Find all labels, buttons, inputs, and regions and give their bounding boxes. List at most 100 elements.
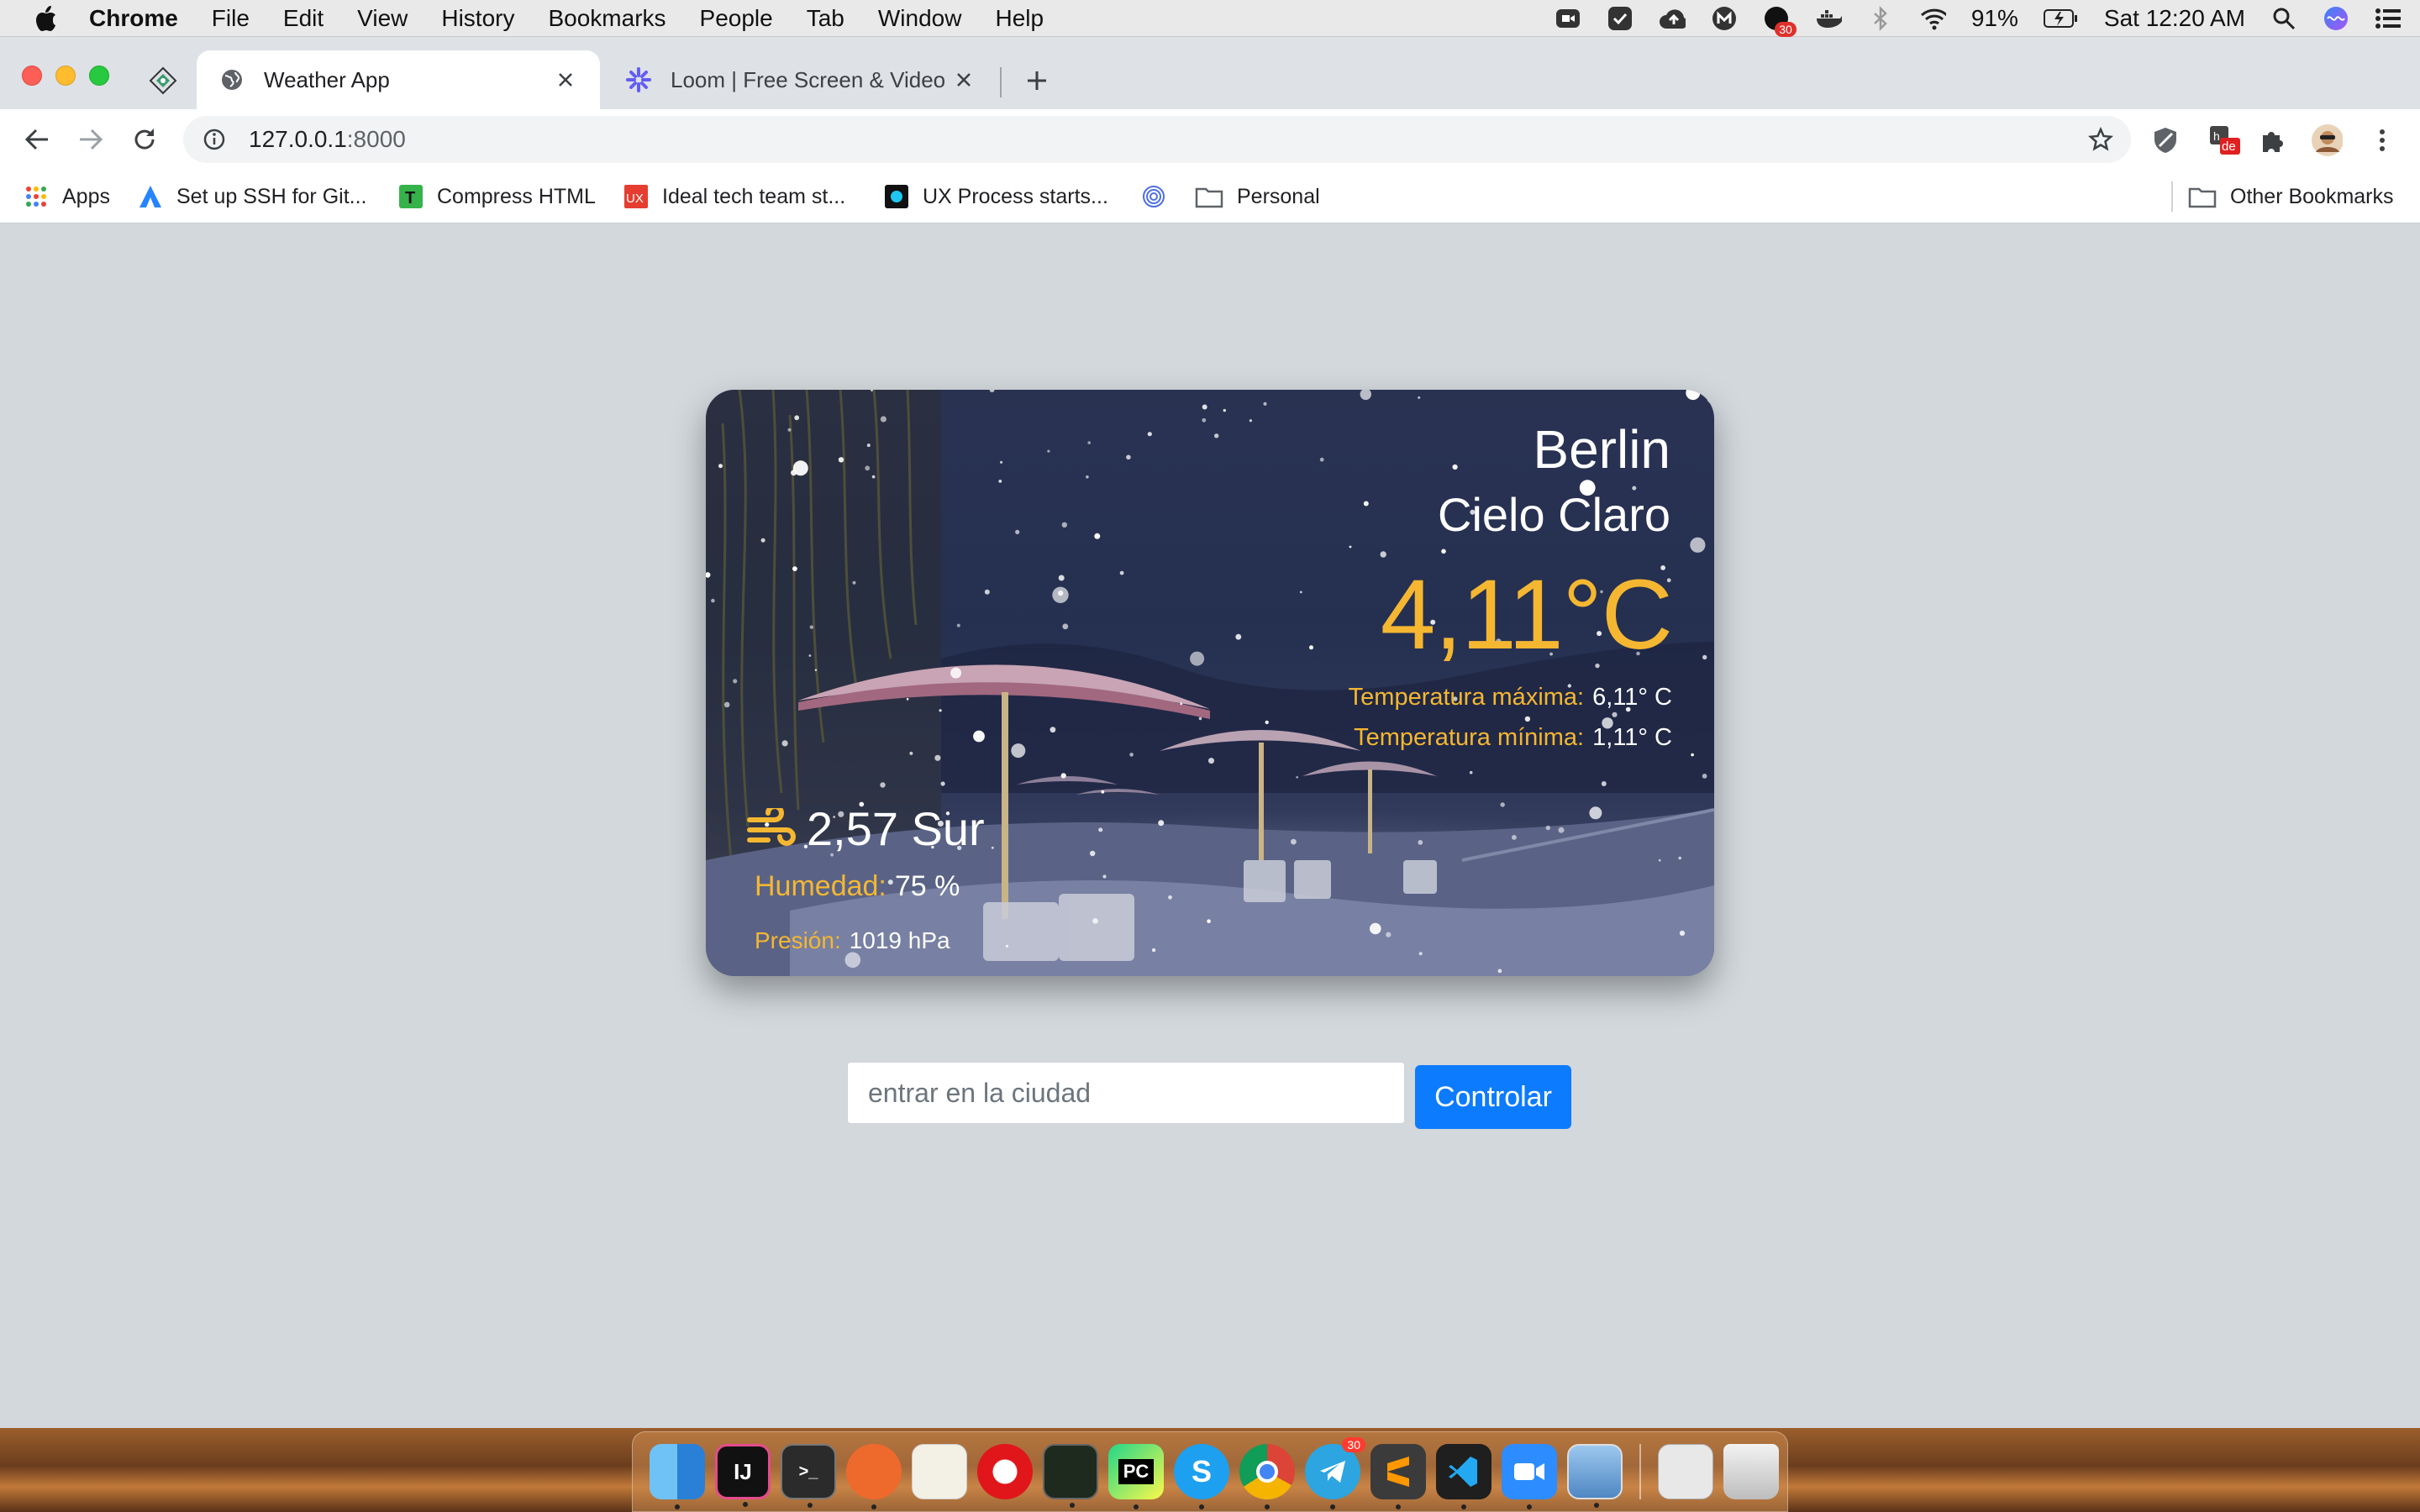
snowflake <box>792 460 808 476</box>
terminal-icon[interactable]: >_ <box>781 1444 836 1508</box>
pinned-tab[interactable] <box>143 60 183 101</box>
notification-tray-icon[interactable]: 30 <box>1763 5 1797 37</box>
notification-center-icon[interactable] <box>2375 5 2402 32</box>
preview-icon[interactable] <box>1567 1444 1623 1508</box>
menu-history[interactable]: History <box>441 5 514 32</box>
running-indicator <box>1199 1504 1204 1509</box>
privacy-shield-icon[interactable] <box>2149 124 2181 156</box>
textedit-icon[interactable] <box>912 1444 967 1499</box>
bookmark-folder-personal[interactable]: Personal <box>1195 180 1320 213</box>
city-search-input[interactable] <box>847 1062 1405 1124</box>
reload-icon[interactable] <box>128 123 161 156</box>
svg-text:UX: UX <box>626 192 644 206</box>
forward-arrow-icon[interactable] <box>74 123 108 156</box>
bluetooth-icon[interactable] <box>1867 5 1894 32</box>
snowflake <box>1679 930 1686 936</box>
paw-icon[interactable] <box>846 1444 902 1509</box>
back-arrow-icon[interactable] <box>20 123 54 156</box>
bookmark-star-icon[interactable] <box>2087 126 2114 153</box>
snowflake <box>1601 781 1607 786</box>
pycharm-icon[interactable]: PC <box>1108 1444 1164 1509</box>
bookmark-folder-other[interactable]: Other Bookmarks <box>2188 180 2394 213</box>
bookmark-ideal-tech-team[interactable]: UX Ideal tech team st... <box>623 180 845 213</box>
snowflake <box>1658 858 1661 862</box>
info-icon[interactable] <box>202 127 227 152</box>
cloud-upload-icon[interactable] <box>1659 5 1686 32</box>
zoom-tray-icon[interactable] <box>1555 5 1581 32</box>
intellij-icon[interactable]: IJ <box>715 1444 771 1507</box>
snowflake <box>1058 575 1065 581</box>
chrome-icon[interactable] <box>1239 1444 1295 1509</box>
snowflake <box>1512 835 1517 840</box>
bookmark-apps[interactable]: Apps <box>24 180 110 213</box>
bookmark-ux-process[interactable]: UX Process starts... <box>884 180 1108 213</box>
menu-clock[interactable]: Sat 12:20 AM <box>2104 5 2245 32</box>
bookmark-compress-html[interactable]: T Compress HTML <box>398 180 596 213</box>
sublime-text-icon[interactable] <box>1370 1444 1426 1509</box>
address-bar[interactable]: 127.0.0.1:8000 <box>183 116 2131 163</box>
extensions-puzzle-icon[interactable] <box>2257 124 2289 156</box>
window-minimize-button[interactable] <box>55 66 76 86</box>
window-zoom-button[interactable] <box>89 66 109 86</box>
profile-avatar[interactable] <box>2311 124 2343 156</box>
close-icon[interactable] <box>553 67 578 92</box>
menu-bookmarks[interactable]: Bookmarks <box>548 5 666 32</box>
max-temperature-value: 6,11° C <box>1592 684 1672 711</box>
snowflake <box>940 781 945 786</box>
snowflake <box>794 415 800 421</box>
min-temperature-row: Temperatura mínima: 1,11° C <box>1354 724 1672 752</box>
zoom-icon[interactable] <box>1502 1444 1557 1509</box>
menu-file[interactable]: File <box>212 5 250 32</box>
window-close-button[interactable] <box>22 66 42 86</box>
menu-app-name[interactable]: Chrome <box>89 5 178 32</box>
menu-tab[interactable]: Tab <box>807 5 844 32</box>
vscode-icon[interactable] <box>1436 1444 1491 1509</box>
running-indicator <box>1396 1504 1401 1509</box>
battery-charging-icon[interactable] <box>2043 5 2079 32</box>
t-logo-icon: T <box>398 184 424 209</box>
tab-weather-app[interactable]: Weather App <box>197 50 600 109</box>
tab-loom[interactable]: Loom | Free Screen & Video Re <box>603 50 998 109</box>
snowflake <box>1370 922 1381 935</box>
pressure-value: 1019 hPa <box>849 927 950 953</box>
menu-view[interactable]: View <box>357 5 408 32</box>
snowflake <box>1015 529 1020 534</box>
checkmark-tray-icon[interactable] <box>1607 5 1634 32</box>
close-icon[interactable] <box>951 67 976 92</box>
translate-extension-icon[interactable]: h de <box>2208 124 2240 156</box>
chrome-menu-icon[interactable] <box>2366 124 2398 156</box>
controlar-button[interactable]: Controlar <box>1415 1065 1571 1129</box>
snowflake <box>1265 720 1269 725</box>
menu-edit[interactable]: Edit <box>283 5 324 32</box>
wifi-icon[interactable] <box>1919 5 1946 32</box>
bookmark-ssh-git[interactable]: Set up SSH for Git... <box>138 180 366 213</box>
snowflake <box>1208 758 1214 764</box>
running-indicator <box>1265 1504 1270 1509</box>
snowflake <box>1223 408 1226 412</box>
siri-icon[interactable] <box>2323 5 2349 32</box>
opera-icon[interactable] <box>977 1444 1033 1499</box>
m-tray-icon[interactable] <box>1711 5 1738 32</box>
documents-folder-icon[interactable] <box>1658 1444 1713 1499</box>
running-indicator <box>871 1504 876 1509</box>
snowflake <box>1707 392 1714 404</box>
menu-help[interactable]: Help <box>995 5 1044 32</box>
menu-window[interactable]: Window <box>878 5 962 32</box>
bookmark-spiral[interactable] <box>1141 180 1180 213</box>
new-tab-icon[interactable] <box>1018 62 1055 99</box>
trash-icon[interactable] <box>1723 1444 1779 1499</box>
spotlight-search-icon[interactable] <box>2270 5 2297 32</box>
docker-icon[interactable] <box>1815 5 1842 32</box>
finder-icon[interactable] <box>650 1444 705 1509</box>
snowflake <box>1686 390 1701 401</box>
menu-people[interactable]: People <box>700 5 773 32</box>
running-indicator <box>1070 1503 1075 1508</box>
telegram-icon[interactable]: 30 <box>1305 1437 1365 1509</box>
snowflake <box>844 952 861 969</box>
apple-icon[interactable] <box>32 4 60 33</box>
snowflake <box>1126 454 1131 460</box>
skype-icon[interactable]: S <box>1174 1444 1229 1509</box>
snowflake <box>1309 645 1313 650</box>
snowflake <box>865 465 871 471</box>
activity-monitor-icon[interactable] <box>1043 1444 1098 1508</box>
